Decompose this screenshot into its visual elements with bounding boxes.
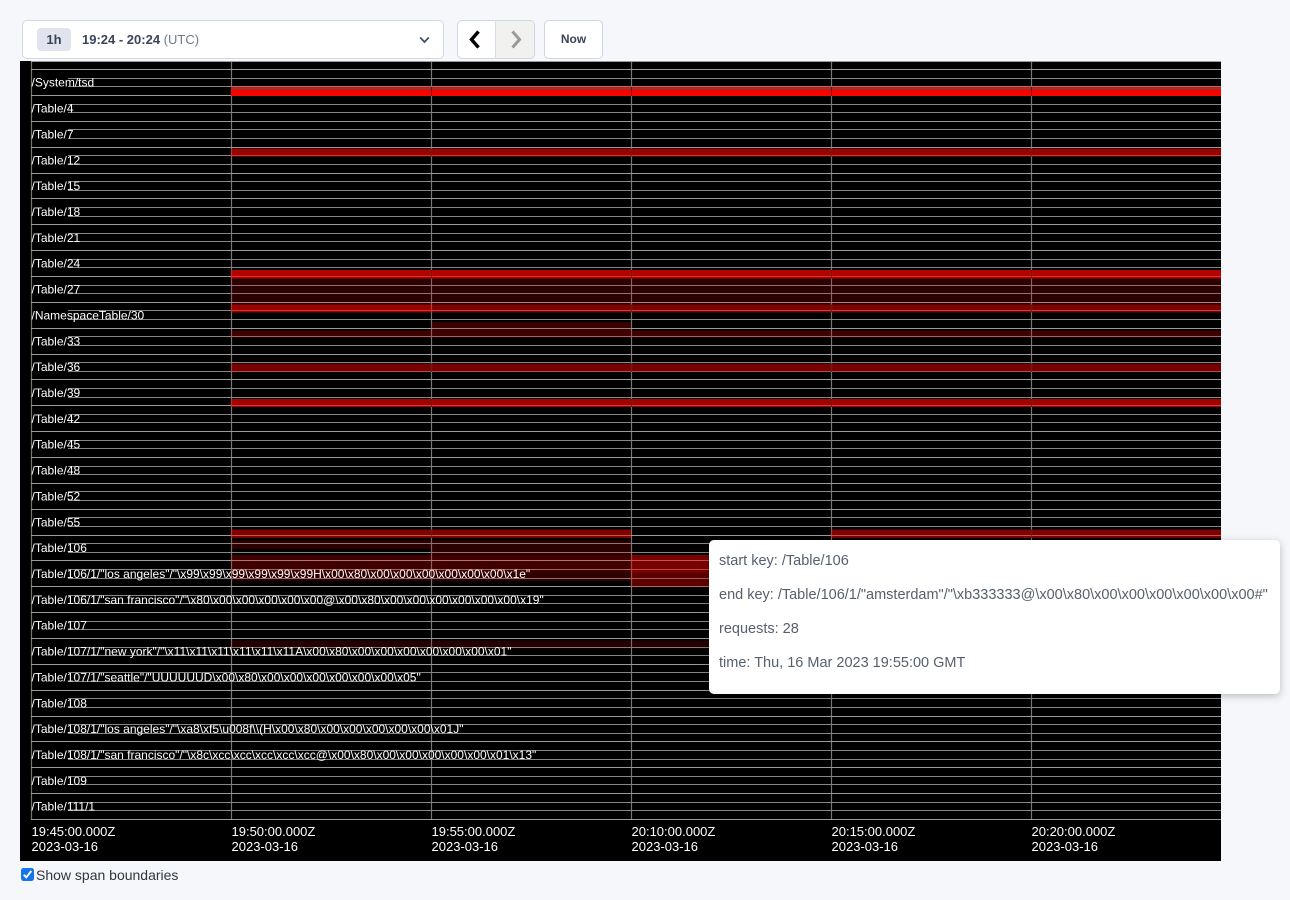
svg-text:/Table/111/1: /Table/111/1: [32, 800, 96, 814]
svg-text:/Table/48: /Table/48: [32, 464, 81, 478]
svg-text:19:50:00.000Z: 19:50:00.000Z: [232, 824, 316, 839]
svg-text:2023-03-16: 2023-03-16: [232, 839, 299, 854]
svg-text:2023-03-16: 2023-03-16: [632, 839, 699, 854]
svg-text:/Table/108/1/"los angeles"/"\x: /Table/108/1/"los angeles"/"\xa8\xf5\u00…: [32, 722, 464, 736]
svg-text:19:45:00.000Z: 19:45:00.000Z: [32, 824, 116, 839]
svg-text:/System/tsd: /System/tsd: [32, 76, 95, 90]
svg-text:/Table/12: /Table/12: [32, 153, 81, 167]
svg-text:20:10:00.000Z: 20:10:00.000Z: [632, 824, 716, 839]
svg-text:20:20:00.000Z: 20:20:00.000Z: [1032, 824, 1116, 839]
svg-text:2023-03-16: 2023-03-16: [832, 839, 899, 854]
svg-text:/Table/108/1/"san francisco"/": /Table/108/1/"san francisco"/"\x8c\xcc\x…: [32, 748, 537, 762]
svg-text:/Table/106/1/"san francisco"/": /Table/106/1/"san francisco"/"\x80\x00\x…: [32, 593, 544, 607]
svg-text:/Table/4: /Table/4: [32, 102, 74, 116]
svg-text:/Table/33: /Table/33: [32, 334, 81, 348]
svg-text:/Table/107/1/"new york"/"\x11\: /Table/107/1/"new york"/"\x11\x11\x11\x1…: [32, 645, 512, 659]
svg-text:/Table/107: /Table/107: [32, 619, 88, 633]
svg-text:/Table/7: /Table/7: [32, 127, 74, 141]
svg-text:/Table/36: /Table/36: [32, 360, 81, 374]
svg-text:/Table/109: /Table/109: [32, 774, 88, 788]
svg-text:/Table/24: /Table/24: [32, 257, 81, 271]
svg-text:/Table/106: /Table/106: [32, 541, 88, 555]
svg-text:/Table/52: /Table/52: [32, 489, 81, 503]
svg-text:/Table/15: /Table/15: [32, 179, 81, 193]
svg-text:20:15:00.000Z: 20:15:00.000Z: [832, 824, 916, 839]
svg-text:/Table/106/1/"los angeles"/"\x: /Table/106/1/"los angeles"/"\x99\x99\x99…: [32, 567, 531, 581]
svg-text:/Table/42: /Table/42: [32, 412, 81, 426]
svg-text:/Table/55: /Table/55: [32, 515, 81, 529]
svg-text:/Table/107/1/"seattle"/"UUUUUU: /Table/107/1/"seattle"/"UUUUUUD\x00\x80\…: [32, 670, 421, 684]
svg-text:2023-03-16: 2023-03-16: [1032, 839, 1099, 854]
svg-text:19:55:00.000Z: 19:55:00.000Z: [432, 824, 516, 839]
svg-text:/Table/18: /Table/18: [32, 205, 81, 219]
svg-text:2023-03-16: 2023-03-16: [32, 839, 99, 854]
svg-text:/Table/21: /Table/21: [32, 231, 81, 245]
svg-text:/Table/39: /Table/39: [32, 386, 81, 400]
svg-text:/Table/108: /Table/108: [32, 696, 88, 710]
svg-text:/NamespaceTable/30: /NamespaceTable/30: [32, 308, 145, 322]
svg-text:/Table/45: /Table/45: [32, 438, 81, 452]
svg-text:2023-03-16: 2023-03-16: [432, 839, 499, 854]
svg-text:/Table/27: /Table/27: [32, 283, 81, 297]
